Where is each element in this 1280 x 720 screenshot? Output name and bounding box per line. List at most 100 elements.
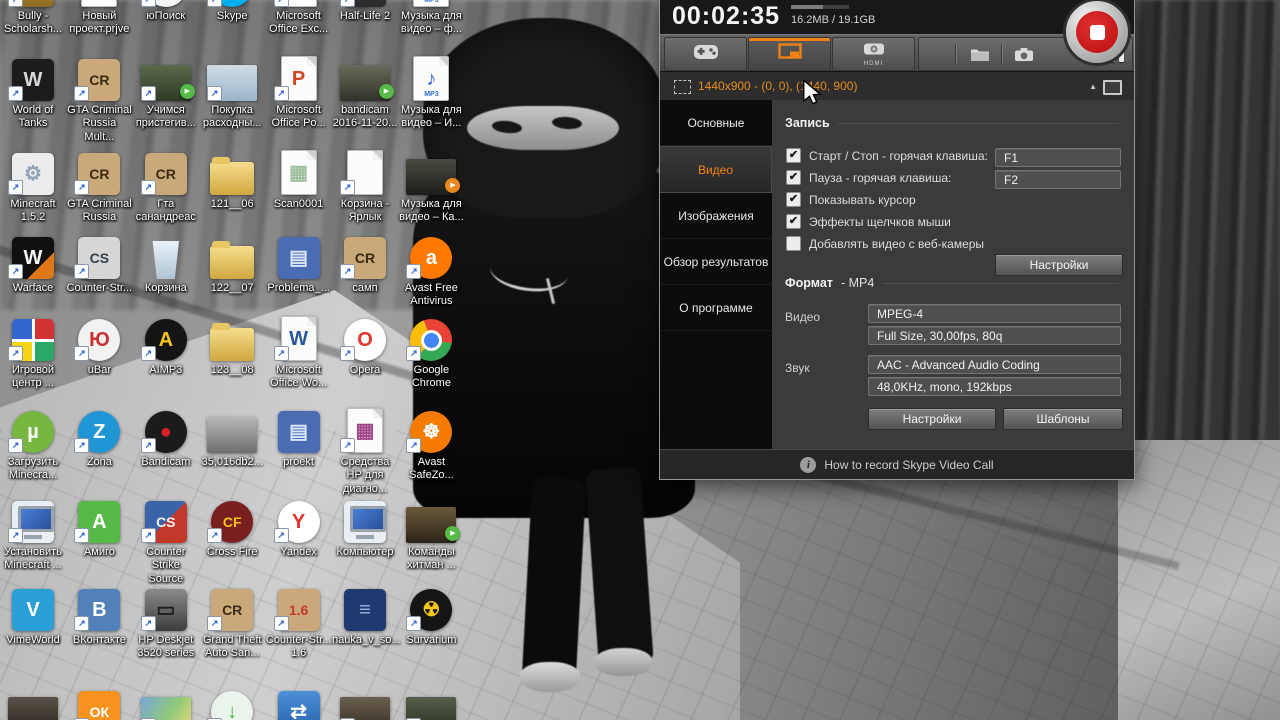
desktop-icon[interactable]: ☸ ↗ Avast SafeZo... bbox=[398, 406, 464, 483]
sidebar-item[interactable]: Обзор результатов bbox=[660, 239, 772, 285]
desktop-icon[interactable]: ≡ nauka_v_so... bbox=[332, 584, 401, 647]
capture-region-value[interactable]: 1440x900 - (0, 0), (1440, 900) bbox=[698, 79, 857, 93]
webcam-settings-button[interactable]: Настройки bbox=[995, 254, 1123, 276]
desktop-icon[interactable]: ▦ Scan0001 bbox=[266, 148, 332, 211]
desktop-icon[interactable]: 123__08 bbox=[199, 314, 265, 377]
desktop-icon[interactable]: ▶ bandicam 2016-11-20... bbox=[332, 54, 398, 131]
checkbox-row[interactable]: ✔ Пауза - горячая клавиша: bbox=[786, 170, 951, 185]
video-codec-field[interactable]: MPEG-4 bbox=[868, 304, 1121, 323]
format-templates-button[interactable]: Шаблоны bbox=[1003, 408, 1123, 430]
desktop-icon[interactable]: ↗ bbox=[133, 686, 199, 720]
desktop-icon[interactable]: ↗ bbox=[332, 686, 398, 720]
desktop-icon[interactable]: Z ↗ Zona bbox=[66, 406, 132, 469]
checkbox[interactable] bbox=[786, 236, 801, 251]
desktop-icon[interactable]: Новый проект.prjve bbox=[66, 0, 132, 37]
desktop-icon[interactable]: CS ↗ Counter-Str... bbox=[66, 232, 132, 295]
desktop-icon[interactable]: CR ↗ Гта санандреас bbox=[133, 148, 199, 225]
desktop-icon[interactable]: ☢ ↗ Survarium bbox=[398, 584, 464, 647]
desktop-icon[interactable]: ↗ Google Chrome bbox=[398, 314, 464, 391]
audio-codec-field[interactable]: AAC - Advanced Audio Coding bbox=[868, 355, 1121, 374]
mode-tab-screen[interactable] bbox=[748, 37, 831, 71]
desktop-icon[interactable]: ↗ Установить Minecraft ... bbox=[0, 496, 66, 573]
checkbox-row[interactable]: Добавлять видео с веб-камеры bbox=[786, 236, 984, 251]
desktop-icon[interactable]: 35,016db2... bbox=[199, 406, 265, 469]
screenshot-button[interactable] bbox=[1011, 43, 1037, 65]
desktop-icon[interactable]: X↗Microsoft Office Exc... bbox=[266, 0, 332, 37]
desktop-icon[interactable]: W ↗ Warface bbox=[0, 232, 66, 295]
desktop-icon[interactable]: ▦ ↗ Средства HP для диагно... bbox=[332, 406, 398, 496]
video-label: Видео bbox=[785, 310, 821, 324]
checkbox-row[interactable]: ✔ Старт / Стоп - горячая клавиша: bbox=[786, 148, 988, 163]
desktop-icon[interactable]: CR ↗ самп bbox=[332, 232, 398, 295]
desktop-icon[interactable]: ♪MP3 Музыка для видео – ф... bbox=[398, 0, 464, 37]
desktop-icon[interactable]: ▤ proekt bbox=[266, 406, 332, 469]
desktop-icon[interactable]: S↗Skype bbox=[199, 0, 265, 23]
desktop-icon[interactable]: O ↗ Opera bbox=[332, 314, 398, 377]
collapse-arrow-icon[interactable]: ▲ bbox=[1089, 82, 1097, 91]
desktop-icon[interactable] bbox=[0, 686, 66, 720]
mode-tab-game[interactable] bbox=[664, 37, 747, 71]
desktop-icon[interactable]: CS ↗ Counter Strike Source bbox=[133, 496, 199, 586]
format-settings-button[interactable]: Настройки bbox=[868, 408, 996, 430]
hotkey-start-field[interactable]: F1 bbox=[995, 148, 1121, 167]
desktop-icon[interactable]: ↗ Игровой центр ... bbox=[0, 314, 66, 391]
desktop-icon[interactable]: Компьютер bbox=[332, 496, 398, 559]
desktop-icon[interactable]: V VimeWorld bbox=[0, 584, 66, 647]
desktop-icon[interactable]: ♪ MP3 Музыка для видео – И... bbox=[398, 54, 464, 131]
sidebar-item[interactable]: Видео bbox=[660, 146, 772, 193]
video-params-field[interactable]: Full Size, 30,00fps, 80q bbox=[868, 326, 1121, 345]
desktop-icon[interactable]: 121__06 bbox=[199, 148, 265, 211]
audio-params-field[interactable]: 48,0KHz, mono, 192kbps bbox=[868, 377, 1121, 396]
desktop-icon[interactable]: ОК↗ bbox=[66, 686, 132, 720]
desktop-icon[interactable]: Корзина bbox=[133, 232, 199, 295]
desktop-icon[interactable]: ● ↗ Bandicam bbox=[133, 406, 199, 469]
desktop-icon[interactable]: CF ↗ Cross Fire bbox=[199, 496, 265, 559]
desktop-icon[interactable]: ⚙ ↗ Minecraft 1.5.2 bbox=[0, 148, 66, 225]
desktop-icon[interactable]: ↗ Корзина - Ярлык bbox=[332, 148, 398, 225]
desktop-icon[interactable]: W ↗ Microsoft Office Wo... bbox=[266, 314, 332, 391]
desktop-icon[interactable]: A ↗ AIMP3 bbox=[133, 314, 199, 377]
mode-tab-device[interactable]: HDMI bbox=[832, 37, 915, 71]
record-stop-button[interactable] bbox=[1063, 0, 1131, 66]
checkbox[interactable]: ✔ bbox=[786, 148, 801, 163]
desktop-icon[interactable]: ю↗юПоиск bbox=[133, 0, 199, 23]
help-bar[interactable]: i How to record Skype Video Call bbox=[660, 449, 1134, 479]
sidebar-item[interactable]: Основные bbox=[660, 100, 772, 146]
desktop-icon[interactable]: µ ↗ Загрузить Minecra... bbox=[0, 406, 66, 483]
region-select-icon[interactable] bbox=[674, 80, 691, 94]
checkbox[interactable]: ✔ bbox=[786, 170, 801, 185]
hotkey-pause-field[interactable]: F2 bbox=[995, 170, 1121, 189]
checkbox-row[interactable]: ✔ Эффекты щелчков мыши bbox=[786, 214, 951, 229]
fullscreen-monitor-icon[interactable] bbox=[1103, 80, 1122, 95]
desktop-icon[interactable]: 122__07 bbox=[199, 232, 265, 295]
desktop-icon[interactable]: ▶ ↗ Учимся пристегив... bbox=[133, 54, 199, 131]
desktop-icon[interactable]: ▤ Problema_... bbox=[266, 232, 332, 295]
checkbox[interactable]: ✔ bbox=[786, 214, 801, 229]
checkbox-row[interactable]: ✔ Показывать курсор bbox=[786, 192, 916, 207]
desktop-icon[interactable]: В ↗ ВКонтакте bbox=[66, 584, 132, 647]
desktop-icon[interactable]: W ↗ World of Tanks bbox=[0, 54, 66, 131]
desktop-icon[interactable]: CR ↗ GTA Criminal Russia Mult... bbox=[66, 54, 132, 144]
desktop-icon[interactable]: a ↗ Avast Free Antivirus bbox=[398, 232, 464, 309]
desktop-icon[interactable]: Y ↗ Yandex bbox=[266, 496, 332, 559]
open-output-folder-button[interactable] bbox=[967, 43, 993, 65]
desktop-icon[interactable]: ▶ Команды хитман ... bbox=[398, 496, 464, 573]
desktop-icon[interactable]: ↗ Покупка расходны... bbox=[199, 54, 265, 131]
desktop-icon[interactable]: 1.6 ↗ Counter-Str... 1.6 bbox=[266, 584, 332, 661]
desktop-icon[interactable]: λ↗Half-Life 2 bbox=[332, 0, 398, 23]
desktop-icon[interactable]: P ↗ Microsoft Office Po... bbox=[266, 54, 332, 131]
desktop-icon[interactable]: ⇄ bbox=[266, 686, 332, 720]
desktop-icon[interactable]: ▶ Музыка для видео – Ка... bbox=[398, 148, 464, 225]
desktop-icon[interactable]: CR ↗ GTA Criminal Russia bbox=[66, 148, 132, 225]
desktop-icon[interactable]: A ↗ Амиго bbox=[66, 496, 132, 559]
desktop-icon[interactable]: CR ↗ Grand Theft Auto San... bbox=[199, 584, 265, 661]
desktop-icon[interactable]: ↗ bbox=[398, 686, 464, 720]
desktop-icon[interactable]: B↗Bully - Scholarsh... bbox=[0, 0, 66, 37]
help-link[interactable]: How to record Skype Video Call bbox=[824, 458, 993, 472]
checkbox[interactable]: ✔ bbox=[786, 192, 801, 207]
desktop-icon[interactable]: Ю ↗ uBar bbox=[66, 314, 132, 377]
desktop-icon[interactable]: ▭ ↗ HP Deskjet 3520 series bbox=[133, 584, 199, 661]
sidebar-item[interactable]: Изображения bbox=[660, 193, 772, 239]
desktop-icon[interactable]: ↓↗ bbox=[199, 686, 265, 720]
sidebar-item[interactable]: О программе bbox=[660, 285, 772, 331]
